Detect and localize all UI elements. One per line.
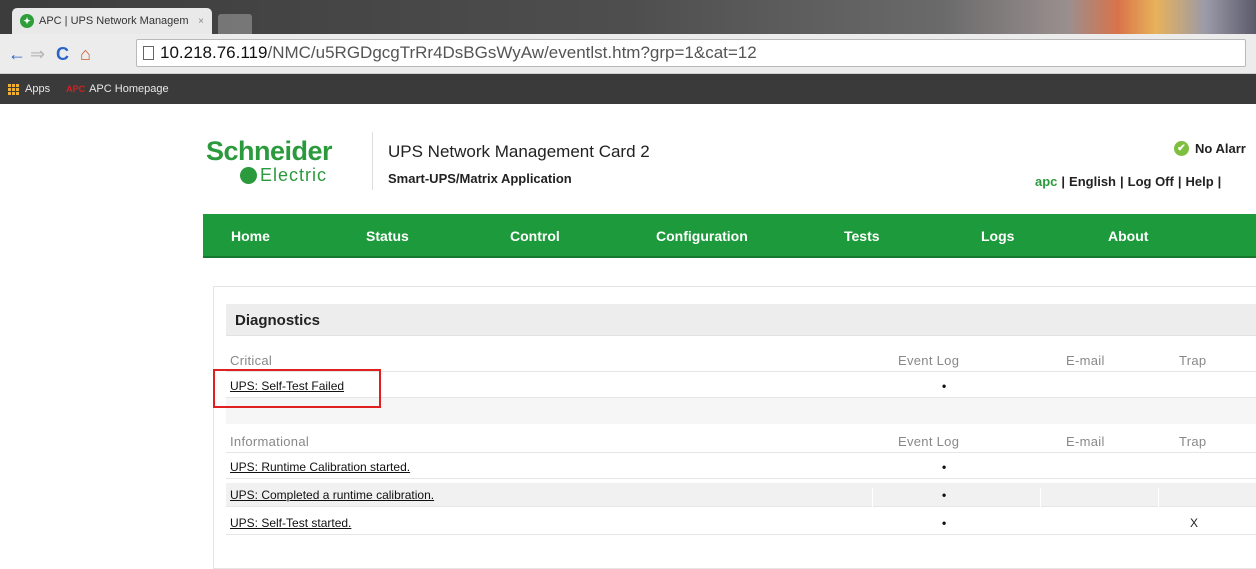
address-bar[interactable]: 10.218.76.119/NMC/u5RGDgcgTrRr4DsBGsWyAw… bbox=[136, 39, 1246, 67]
page-icon bbox=[143, 46, 154, 60]
diagnostics-heading: Diagnostics bbox=[226, 304, 1256, 336]
schneider-mark-icon bbox=[240, 166, 257, 184]
new-tab-button[interactable] bbox=[218, 14, 252, 34]
forward-arrow-icon[interactable]: ⇒ bbox=[30, 44, 45, 64]
event-log-cell[interactable]: • bbox=[942, 379, 946, 393]
url-path: /NMC/u5RGDgcgTrRr4DsBGsWyAw/eventlst.htm… bbox=[267, 43, 757, 62]
browser-tab-strip: ✦ APC | UPS Network Managem × bbox=[0, 0, 1256, 34]
nav-configuration[interactable]: Configuration bbox=[656, 228, 748, 244]
informational-label: Informational bbox=[230, 434, 310, 449]
language-link[interactable]: English bbox=[1069, 174, 1116, 189]
checkmark-icon: ✔ bbox=[1174, 141, 1189, 156]
back-arrow-icon[interactable]: ← bbox=[8, 44, 26, 64]
bookmarks-bar: Apps APC APC Homepage bbox=[0, 74, 1256, 104]
event-log-cell[interactable]: • bbox=[942, 488, 946, 502]
event-log-cell[interactable]: • bbox=[942, 460, 946, 474]
bookmark-apps[interactable]: Apps bbox=[25, 83, 50, 95]
nav-status[interactable]: Status bbox=[366, 228, 409, 244]
informational-section-header: Informational Event Log E-mail Trap bbox=[226, 429, 1256, 453]
apps-grid-icon[interactable] bbox=[8, 83, 19, 95]
col-email: E-mail bbox=[1066, 353, 1105, 368]
logo-text-top: Schneider bbox=[206, 136, 333, 166]
nav-logs[interactable]: Logs bbox=[981, 228, 1014, 244]
main-nav: Home Status Control Configuration Tests … bbox=[203, 214, 1256, 258]
nav-control[interactable]: Control bbox=[510, 228, 560, 244]
product-title: UPS Network Management Card 2 bbox=[388, 142, 650, 161]
trap-cell[interactable]: X bbox=[1190, 516, 1198, 530]
col-email: E-mail bbox=[1066, 434, 1105, 449]
tab-close-icon[interactable]: × bbox=[198, 16, 204, 27]
reload-icon[interactable]: C bbox=[56, 44, 69, 64]
highlight-box bbox=[213, 369, 381, 408]
bookmark-apc-homepage[interactable]: APC Homepage bbox=[89, 83, 169, 95]
product-subtitle: Smart-UPS/Matrix Application bbox=[388, 171, 572, 186]
browser-tab[interactable]: ✦ APC | UPS Network Managem × bbox=[12, 8, 212, 34]
table-row: UPS: Completed a runtime calibration. • bbox=[226, 483, 1256, 512]
logo-text-bottom: Electric bbox=[260, 165, 328, 185]
alarm-status-text: No Alarr bbox=[1195, 141, 1246, 156]
apc-logo-icon: APC bbox=[66, 84, 86, 94]
event-runtime-calibration-started-link[interactable]: UPS: Runtime Calibration started. bbox=[230, 460, 410, 474]
user-links: apc | English | Log Off | Help | bbox=[1035, 174, 1222, 189]
critical-label: Critical bbox=[230, 353, 273, 368]
header-divider bbox=[372, 132, 373, 190]
alarm-status[interactable]: ✔ No Alarr bbox=[1174, 141, 1246, 156]
schneider-electric-logo[interactable]: Schneider Electric bbox=[206, 136, 371, 186]
nav-home[interactable]: Home bbox=[231, 228, 270, 244]
col-trap: Trap bbox=[1179, 353, 1207, 368]
log-off-link[interactable]: Log Off bbox=[1128, 174, 1174, 189]
col-trap: Trap bbox=[1179, 434, 1207, 449]
home-icon[interactable]: ⌂ bbox=[80, 44, 91, 64]
help-link[interactable]: Help bbox=[1186, 174, 1214, 189]
event-log-cell[interactable]: • bbox=[942, 516, 946, 530]
event-self-test-started-link[interactable]: UPS: Self-Test started. bbox=[230, 516, 351, 530]
user-link[interactable]: apc bbox=[1035, 174, 1057, 189]
nav-tests[interactable]: Tests bbox=[844, 228, 880, 244]
col-event-log: Event Log bbox=[898, 353, 960, 368]
event-completed-runtime-calibration-link[interactable]: UPS: Completed a runtime calibration. bbox=[230, 488, 434, 502]
col-event-log: Event Log bbox=[898, 434, 960, 449]
table-row: UPS: Self-Test started. • X bbox=[226, 511, 1256, 535]
table-row: UPS: Runtime Calibration started. • bbox=[226, 455, 1256, 479]
apc-favicon-icon: ✦ bbox=[20, 14, 34, 28]
nav-about[interactable]: About bbox=[1108, 228, 1148, 244]
tab-title: APC | UPS Network Managem bbox=[39, 15, 189, 27]
browser-toolbar: ← ⇒ C ⌂ 10.218.76.119/NMC/u5RGDgcgTrRr4D… bbox=[0, 34, 1256, 74]
url-host: 10.218.76.119 bbox=[160, 43, 268, 62]
